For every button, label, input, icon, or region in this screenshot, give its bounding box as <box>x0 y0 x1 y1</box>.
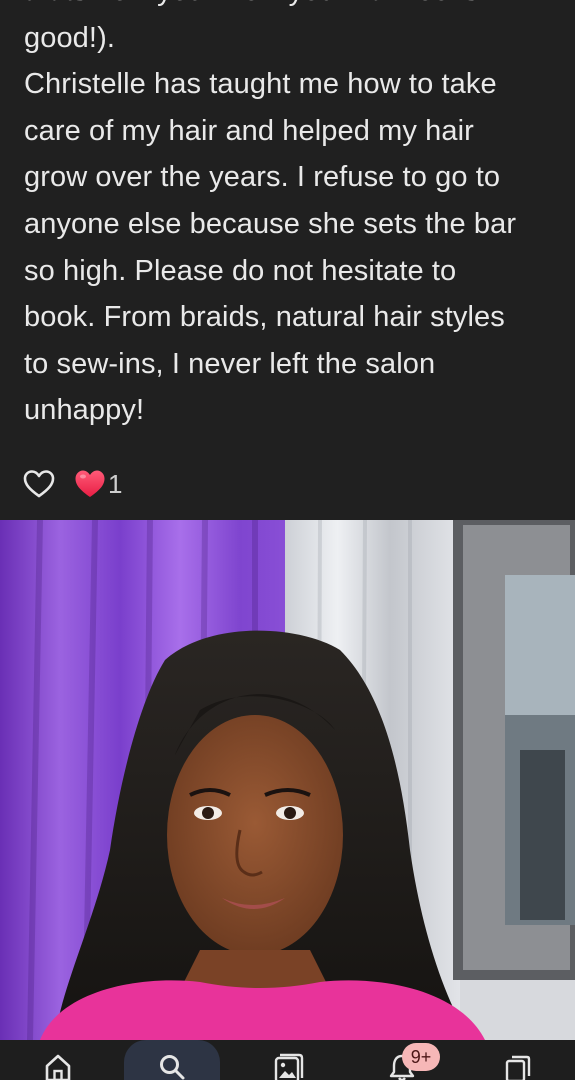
nav-home[interactable] <box>26 1040 90 1080</box>
review-line: book. From braids, natural hair styles <box>24 301 505 334</box>
review-line: care of my hair and helped my hair <box>24 114 474 147</box>
nav-photos[interactable] <box>256 1040 320 1080</box>
review-line: so high. Please do not hesitate to <box>24 254 457 287</box>
photos-icon <box>274 1053 304 1080</box>
nav-search[interactable] <box>124 1040 220 1080</box>
heart-reaction[interactable] <box>74 468 106 500</box>
tabs-icon <box>505 1055 531 1080</box>
review-line: grow over the years. I refuse to go to <box>24 161 501 194</box>
review-line: unhappy! <box>24 394 145 427</box>
search-icon <box>160 1055 185 1080</box>
review-line: to sew-ins, I never left the salon <box>24 347 436 380</box>
salon-photo-image <box>0 520 575 1040</box>
notification-badge: 9+ <box>402 1043 440 1071</box>
app-screen: thats how you know your hair looks good!… <box>0 0 575 1080</box>
nav-tabs[interactable] <box>486 1040 550 1080</box>
red-heart-icon <box>75 470 105 497</box>
review-line: good!). <box>24 21 115 54</box>
review-line: Christelle has taught me how to take <box>24 68 497 101</box>
heart-outline-icon <box>23 470 55 498</box>
review-photo[interactable] <box>0 520 575 1040</box>
like-button[interactable] <box>22 467 56 501</box>
reactions-bar: 1 <box>22 464 122 504</box>
home-icon <box>45 1054 71 1080</box>
bottom-nav <box>0 1040 575 1080</box>
review-text: thats how you know your hair looks good!… <box>24 0 554 434</box>
reaction-count: 1 <box>108 468 123 499</box>
review-line: anyone else because she sets the bar <box>24 207 517 240</box>
review-line: thats how you know your hair looks <box>24 0 554 15</box>
